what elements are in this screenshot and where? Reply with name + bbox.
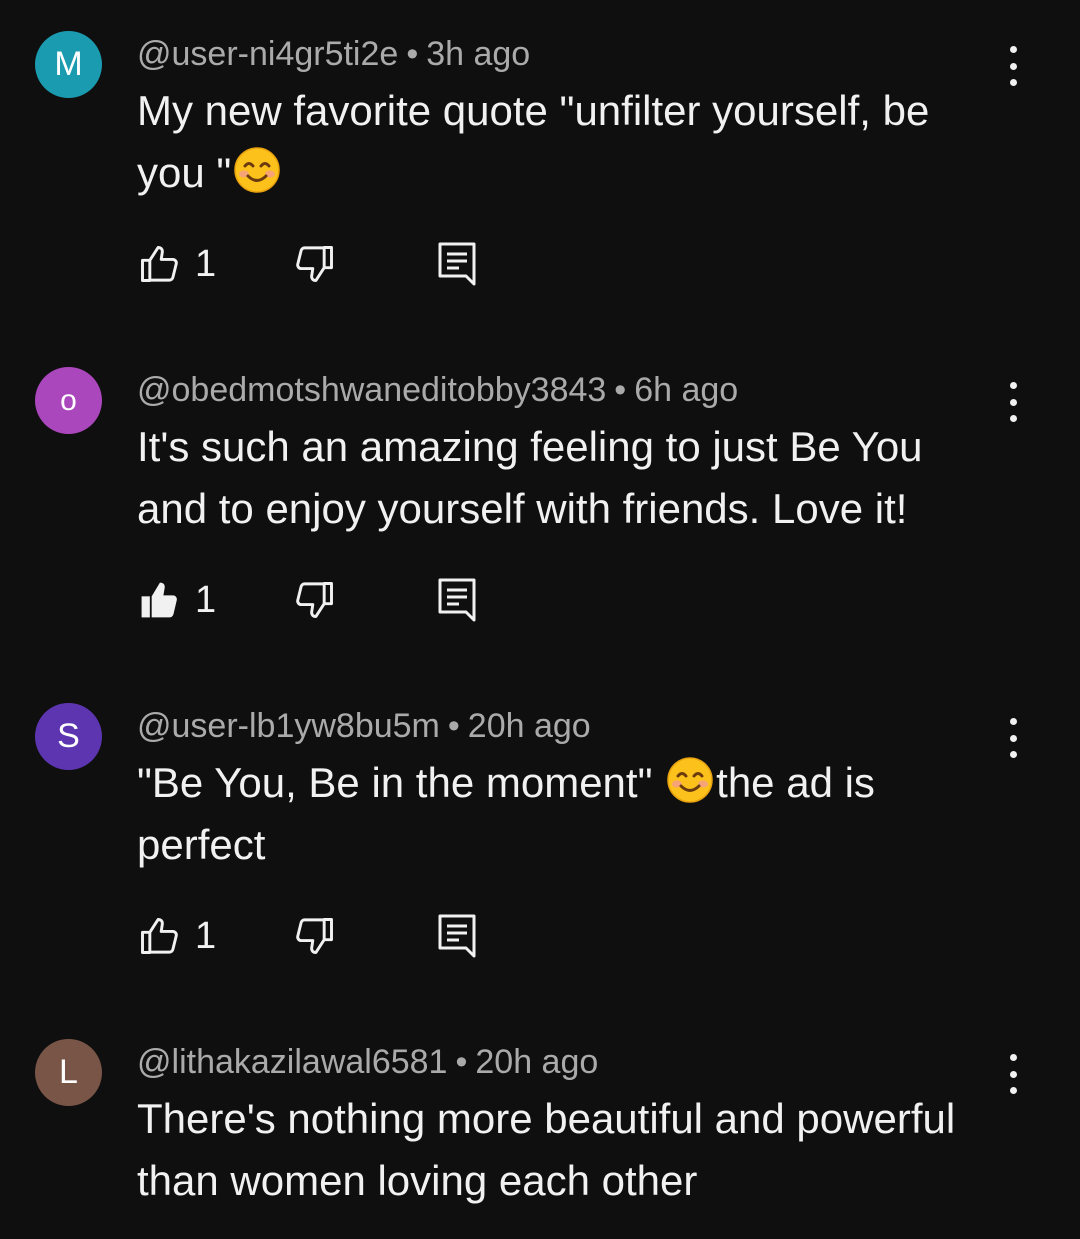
thumbs-up-filled-icon [141,582,177,618]
comment-text-part: It's such an amazing feeling to just Be … [137,423,923,532]
comment-text: There's nothing more beautiful and power… [137,1088,1007,1212]
reply-icon [438,578,476,622]
like-button[interactable]: 1 [137,574,216,626]
comment-author[interactable]: @obedmotshwaneditobby3843 [137,371,606,409]
avatar-letter: L [59,1053,78,1091]
thumbs-down-icon [296,582,333,618]
thumbs-up-icon [141,246,178,282]
avatar-letter: o [60,383,77,417]
reply-button[interactable] [437,238,477,290]
smiling-face-emoji [234,147,281,193]
comment-text: It's such an amazing feeling to just Be … [137,416,997,540]
comment-time: 20h ago [467,707,591,745]
avatar-letter: M [54,45,83,83]
comment-time: 3h ago [426,35,531,73]
more-options-icon[interactable] [996,718,1030,758]
reply-icon [438,242,476,286]
like-button[interactable]: 1 [137,910,216,962]
comment-author[interactable]: @user-ni4gr5ti2e [137,35,398,73]
avatar[interactable]: o [35,367,102,434]
comment-text: My new favorite quote "unfilter yourself… [137,80,997,204]
more-options-icon[interactable] [996,1054,1030,1094]
dislike-button[interactable] [293,910,337,962]
thumbs-down-icon [296,246,333,282]
more-options-icon[interactable] [996,46,1030,86]
comment-author[interactable]: @user-lb1yw8bu5m [137,707,440,745]
comment-header: @user-lb1yw8bu5m • 20h ago [137,706,591,746]
thumbs-up-icon [141,918,178,954]
comment-text: "Be You, Be in the moment" the ad is per… [137,752,897,876]
comment-time: 6h ago [634,371,739,409]
avatar[interactable]: L [35,1039,102,1106]
like-count: 1 [195,914,217,957]
dislike-button[interactable] [293,238,337,290]
like-count: 1 [195,242,217,285]
comment-time: 20h ago [475,1043,599,1081]
comment-header: @lithakazilawal6581 • 20h ago [137,1042,598,1082]
separator: • [614,371,627,409]
avatar-letter: S [57,717,80,755]
reply-button[interactable] [437,910,477,962]
more-options-icon[interactable] [996,382,1030,422]
comment-author[interactable]: @lithakazilawal6581 [137,1043,447,1081]
avatar[interactable]: S [35,703,102,770]
like-count: 1 [195,578,217,621]
reply-icon [438,914,476,958]
like-button[interactable]: 1 [137,238,216,290]
avatar[interactable]: M [35,31,102,98]
comment-text-part: There's nothing more beautiful and power… [137,1095,956,1204]
comment-header: @obedmotshwaneditobby3843 • 6h ago [137,370,738,410]
comment-header: @user-ni4gr5ti2e • 3h ago [137,34,530,74]
separator: • [447,707,460,745]
comment-text-part: "Be You, Be in the moment" [137,759,665,806]
reply-button[interactable] [437,574,477,626]
thumbs-down-icon [296,918,333,954]
separator: • [455,1043,468,1081]
dislike-button[interactable] [293,574,337,626]
smiling-face-emoji [667,757,713,803]
separator: • [406,35,419,73]
